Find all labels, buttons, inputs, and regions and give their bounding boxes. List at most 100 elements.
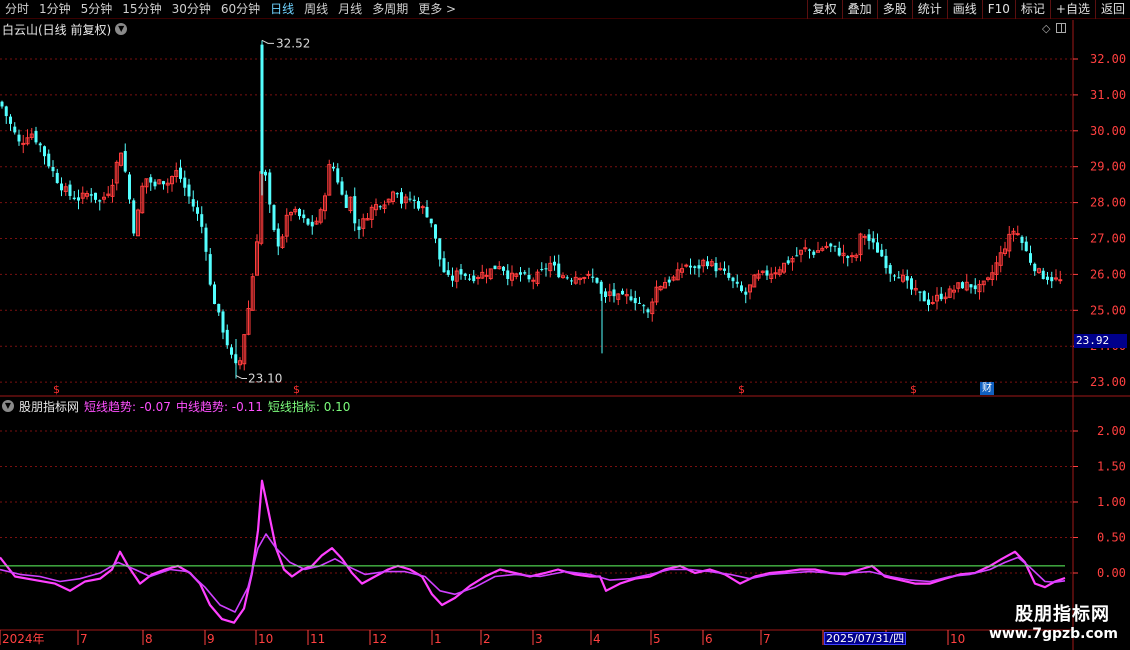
candle-body-down [812, 251, 816, 255]
y-tick-label: 2.00 [1097, 424, 1126, 438]
high-arrow [261, 39, 274, 44]
candle-body-down [888, 265, 892, 274]
candle-body-down [451, 275, 454, 281]
candle-body-down [217, 303, 221, 313]
candle-body-down [340, 181, 344, 195]
candle-body-down [922, 291, 926, 302]
candle-body-down [213, 284, 216, 305]
candle-body-down [612, 289, 616, 297]
candle-body-down [667, 279, 671, 283]
candle-body-down [425, 206, 429, 218]
x-tick-label: 5 [653, 632, 661, 646]
candle-body-down [463, 273, 467, 276]
candle-body-down [446, 270, 450, 275]
candle-body-down [740, 285, 743, 292]
candle-body-down [353, 196, 357, 224]
candle-body-down [378, 206, 382, 208]
candle-body-down [357, 226, 361, 230]
candle-body-down [808, 249, 811, 251]
candle-body-down [829, 243, 833, 247]
candle-body-down [939, 293, 943, 300]
candle-body-down [927, 299, 930, 305]
dividend-marker: $ [910, 383, 917, 396]
candle-body-down [595, 277, 599, 283]
candle-body-down [897, 277, 901, 279]
candle-body-down [98, 200, 102, 202]
financial-report-marker[interactable]: 财 [980, 382, 994, 395]
candle-body-down [17, 134, 21, 142]
candle-body-down [77, 197, 80, 201]
x-tick-label: 4 [593, 632, 601, 646]
dividend-marker: $ [738, 383, 745, 396]
candle-body-down [162, 181, 165, 185]
candle-body-down [4, 106, 8, 117]
candle-body-down [867, 234, 871, 241]
candle-body-down [591, 276, 595, 278]
candle-body-down [744, 291, 748, 295]
candle-body-down [442, 258, 446, 273]
candle-body-down [72, 197, 76, 200]
diamond-icon[interactable]: ◇ [1042, 22, 1050, 35]
x-tick-label: 1 [434, 632, 442, 646]
candle-body-down [123, 151, 127, 172]
candle-body-up [484, 274, 489, 277]
x-tick-label: 9 [207, 632, 215, 646]
watermark-title: 股朋指标网 [1015, 604, 1110, 625]
candle-body-down [438, 238, 442, 260]
candle-body-down [502, 266, 505, 271]
candle-body-down [876, 242, 879, 253]
y-tick-label: 31.00 [1090, 88, 1126, 102]
candle-body-down [553, 261, 556, 266]
candle-body-down [731, 277, 735, 282]
candle-body-down [1041, 270, 1045, 279]
chevron-down-icon[interactable]: ▼ [115, 23, 128, 35]
chart-canvas[interactable]: 32.0031.0030.0029.0028.0027.0026.0025.00… [0, 0, 1130, 650]
panel-corner-icons: ◇ [1042, 22, 1067, 35]
candle-body-down [735, 281, 739, 284]
candle-body-down [540, 269, 544, 271]
candle-body-down [523, 272, 527, 274]
candle-body-up [1015, 233, 1020, 236]
candle-body-down [472, 275, 476, 282]
candle-body-down [264, 171, 267, 176]
y-tick-label: 32.00 [1090, 52, 1126, 66]
x-tick-label: 10 [258, 632, 273, 646]
candle-body-down [527, 274, 531, 280]
candle-body-down [693, 266, 697, 268]
candle-body-down [128, 174, 131, 200]
candle-body-down [38, 143, 42, 146]
candle-body-down [871, 238, 875, 243]
x-tick-label: 2024年 [2, 632, 45, 646]
y-tick-label: 28.00 [1090, 196, 1126, 210]
candle-body-down [47, 153, 51, 167]
candle-body-down [153, 181, 157, 187]
candle-body-down [34, 130, 38, 143]
candle-body-down [51, 166, 55, 172]
candle-body-down [149, 177, 153, 183]
candle-body-up [862, 235, 867, 238]
candle-body-down [412, 199, 416, 202]
candle-body-down [565, 277, 569, 279]
candle-body-up [476, 276, 480, 279]
x-tick-label: 7 [763, 632, 771, 646]
candle-body-down [893, 275, 896, 277]
candle-body-up [824, 245, 829, 248]
candle-body-down [905, 276, 909, 281]
candle-body-down [629, 296, 633, 301]
candle-body-down [183, 177, 187, 188]
chevron-down-icon[interactable]: ▼ [2, 400, 14, 412]
x-tick-label: 12 [372, 632, 387, 646]
candle-body-down [298, 208, 301, 217]
watermark: 股朋指标网 www.7gpzb.com [985, 598, 1128, 648]
candle-body-down [1050, 277, 1054, 282]
candle-body-down [272, 205, 276, 231]
candle-body-up [850, 255, 854, 258]
candle-body-down [570, 280, 573, 282]
candle-body-down [727, 272, 731, 278]
short-indicator-label: 短线指标: 0.10 [267, 399, 351, 414]
y-tick-label: 30.00 [1090, 124, 1126, 138]
candle-body-down [191, 199, 195, 207]
candle-body-down [395, 193, 399, 195]
candle-body-down [973, 285, 977, 290]
split-panel-icon[interactable] [1056, 23, 1067, 33]
